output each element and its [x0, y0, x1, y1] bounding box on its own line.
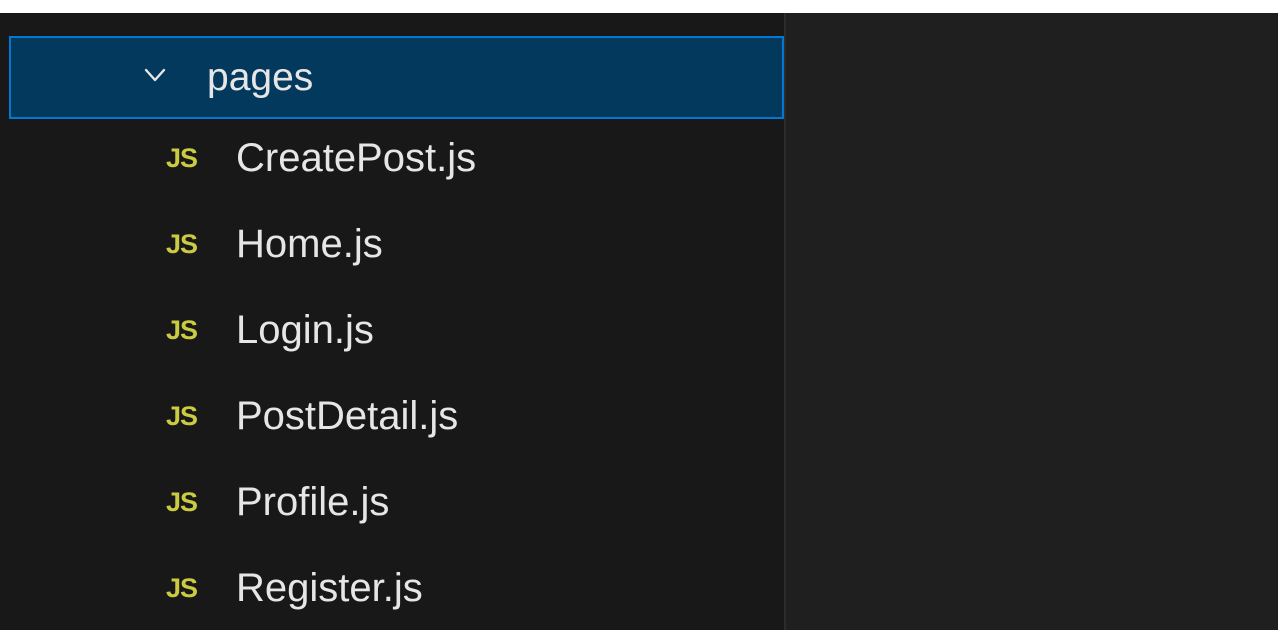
file-label: CreatePost.js [236, 136, 477, 180]
file-row[interactable]: JS CreatePost.js [9, 119, 784, 205]
file-row[interactable]: JS Register.js [9, 549, 784, 635]
folder-label: pages [207, 56, 314, 99]
js-file-icon: JS [166, 573, 198, 603]
file-label: PostDetail.js [236, 394, 459, 438]
js-file-icon: JS [166, 315, 198, 345]
file-label: Home.js [236, 222, 383, 266]
file-row[interactable]: JS Login.js [9, 291, 784, 377]
editor-area[interactable] [786, 13, 1278, 630]
file-row[interactable]: JS Profile.js [9, 463, 784, 549]
js-file-icon: JS [166, 143, 198, 173]
js-file-icon: JS [166, 229, 198, 259]
file-tree: pages JS CreatePost.js JS Home.js JS Log… [9, 36, 784, 635]
chevron-down-icon[interactable] [144, 64, 166, 86]
js-file-icon: JS [166, 401, 198, 431]
explorer-sidebar: pages JS CreatePost.js JS Home.js JS Log… [0, 13, 786, 630]
file-row[interactable]: JS PostDetail.js [9, 377, 784, 463]
folder-row-pages[interactable]: pages [9, 36, 784, 119]
file-label: Login.js [236, 308, 374, 352]
sidebar-edge [0, 13, 8, 630]
js-file-icon: JS [166, 487, 198, 517]
file-label: Profile.js [236, 480, 390, 524]
vscode-window: pages JS CreatePost.js JS Home.js JS Log… [0, 13, 1278, 630]
file-row[interactable]: JS Home.js [9, 205, 784, 291]
file-label: Register.js [236, 566, 423, 610]
